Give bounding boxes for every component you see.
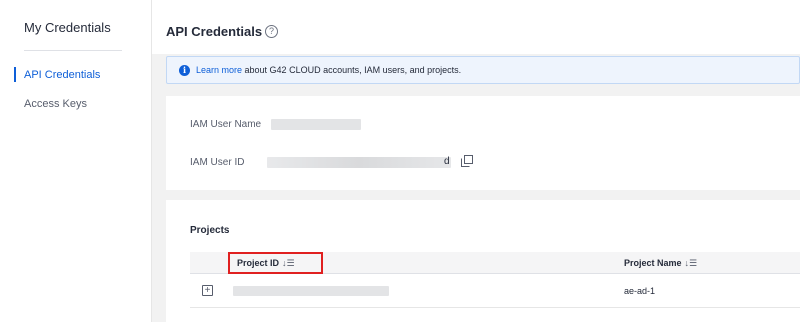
copy-icon[interactable] (461, 155, 473, 167)
info-banner: i Learn more about G42 CLOUD accounts, I… (166, 56, 800, 84)
sidebar-title: My Credentials (24, 20, 111, 35)
main-content: API Credentials ? i Learn more about G42… (152, 0, 800, 322)
sidebar-divider (24, 50, 122, 51)
sidebar: My Credentials API Credentials Access Ke… (0, 0, 152, 322)
column-header-project-name[interactable]: Project Name ↓☰ (624, 258, 697, 269)
info-banner-message: about G42 CLOUD accounts, IAM users, and… (242, 65, 462, 75)
sort-icon[interactable]: ↓☰ (282, 258, 295, 268)
page-title: API Credentials (166, 24, 263, 39)
expand-plus-icon[interactable]: + (202, 285, 213, 296)
app-root: My Credentials API Credentials Access Ke… (0, 0, 800, 322)
projects-table-header: Project ID ↓☰ Project Name ↓☰ (190, 252, 800, 274)
table-row: + ae-ad-1 (190, 274, 800, 308)
page-header: API Credentials ? (152, 0, 800, 54)
sidebar-item-access-keys[interactable]: Access Keys (24, 98, 87, 110)
projects-card: Projects Project ID ↓☰ Project Name ↓☰ + a… (166, 200, 800, 322)
column-label-project-id: Project ID (237, 258, 280, 268)
question-circle-icon[interactable]: ? (265, 25, 278, 38)
iam-user-card: IAM User Name IAM User ID d (166, 96, 800, 190)
sidebar-item-api-credentials[interactable]: API Credentials (13, 67, 100, 82)
project-id-value-masked (233, 286, 389, 296)
info-banner-text: Learn more about G42 CLOUD accounts, IAM… (196, 65, 461, 75)
project-name-cell: ae-ad-1 (624, 286, 656, 296)
iam-user-id-suffix: d (444, 156, 450, 167)
column-header-project-id[interactable]: Project ID ↓☰ (237, 258, 295, 269)
iam-user-id-label: IAM User ID (190, 157, 245, 168)
iam-user-name-value-masked (271, 119, 361, 130)
projects-title: Projects (190, 225, 230, 236)
info-circle-icon: i (179, 65, 190, 76)
sort-icon[interactable]: ↓☰ (685, 258, 698, 268)
iam-user-name-label: IAM User Name (190, 119, 262, 130)
learn-more-link[interactable]: Learn more (196, 65, 242, 75)
column-label-project-name: Project Name (624, 258, 682, 268)
iam-user-id-value-masked (267, 157, 451, 168)
